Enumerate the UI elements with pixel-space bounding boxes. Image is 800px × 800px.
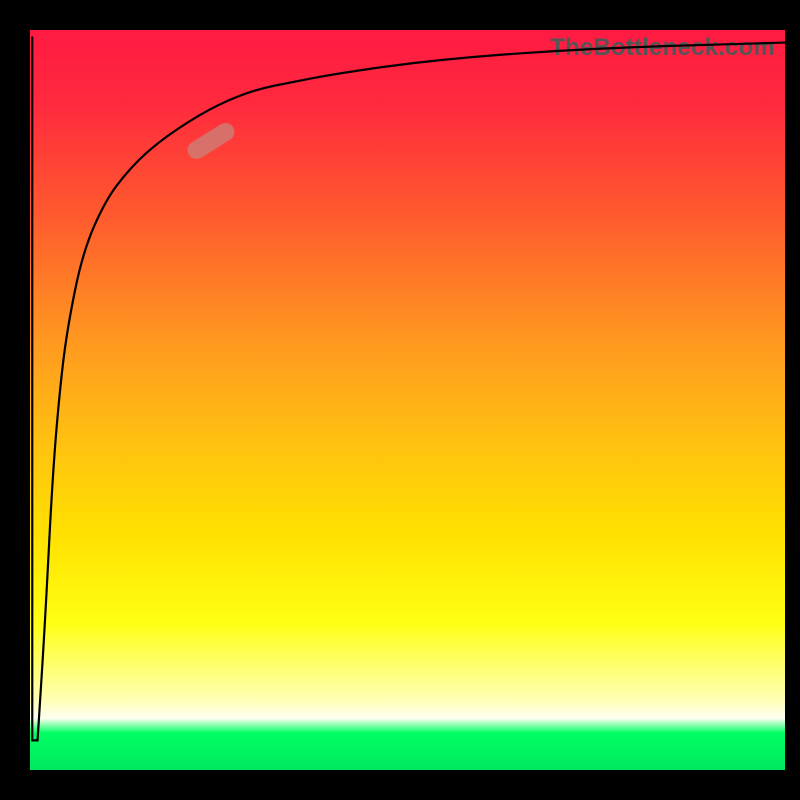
chart-frame: TheBottleneck.com bbox=[0, 0, 800, 800]
chart-curve bbox=[30, 30, 785, 770]
curve-path bbox=[32, 37, 785, 740]
plot-area: TheBottleneck.com bbox=[30, 30, 785, 770]
